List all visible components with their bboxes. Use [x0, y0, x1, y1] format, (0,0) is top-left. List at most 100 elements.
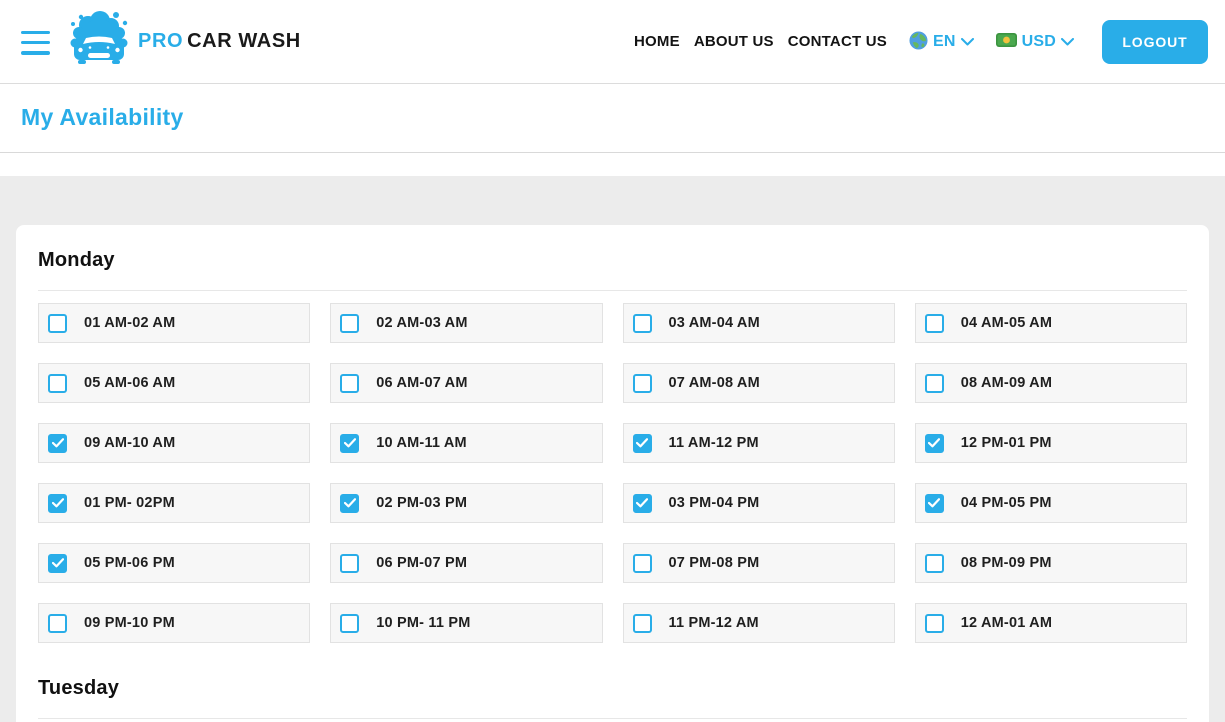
- timeslot[interactable]: 09 AM-10 AM: [38, 423, 311, 463]
- car-wash-logo-icon: [66, 10, 132, 73]
- checkbox-icon[interactable]: [340, 613, 360, 633]
- day-section-tuesday: Tuesday: [38, 643, 1187, 719]
- timeslot[interactable]: 07 PM-08 PM: [622, 543, 895, 583]
- timeslot[interactable]: 10 AM-11 AM: [330, 423, 603, 463]
- timeslot[interactable]: 02 AM-03 AM: [330, 303, 603, 343]
- timeslot[interactable]: 01 PM- 02PM: [38, 483, 311, 523]
- checkbox-checked-icon[interactable]: [924, 493, 944, 513]
- day-divider: [38, 290, 1187, 291]
- timeslot-label: 12 PM-01 PM: [960, 435, 1052, 451]
- checkbox-checked-icon[interactable]: [924, 433, 944, 453]
- timeslot[interactable]: 05 AM-06 AM: [38, 363, 311, 403]
- day-title: Tuesday: [38, 677, 120, 699]
- logo[interactable]: PRO CAR WASH: [66, 10, 301, 73]
- checkbox-icon[interactable]: [48, 613, 67, 633]
- timeslot-label: 09 PM-10 PM: [84, 615, 175, 631]
- checkbox-icon[interactable]: [340, 373, 360, 393]
- timeslot[interactable]: 08 PM-09 PM: [914, 543, 1187, 583]
- checkbox-icon[interactable]: [632, 313, 652, 333]
- checkbox-icon[interactable]: [632, 613, 652, 633]
- checkbox-icon[interactable]: [924, 613, 944, 633]
- top-nav-bar: PROCAR WASH HOME ABOUT US CONTACT US EN: [0, 0, 1225, 84]
- availability-card: Monday 01 AM-02 AM 02 AM-03 AM 03 AM-04 AM 0…: [16, 225, 1209, 722]
- banknote-icon: [995, 33, 1017, 50]
- timeslot-label: 06 AM-07 AM: [376, 375, 468, 391]
- checkbox-icon[interactable]: [340, 553, 360, 573]
- timeslot-label: 10 PM- 11 PM: [376, 615, 471, 631]
- timeslot[interactable]: 05 PM-06 PM: [38, 543, 311, 583]
- logout-button[interactable]: LOGOUT: [1102, 19, 1208, 64]
- timeslot[interactable]: 04 PM-05 PM: [914, 483, 1187, 523]
- timeslot-label: 07 AM-08 AM: [668, 375, 760, 391]
- checkbox-icon[interactable]: [632, 373, 652, 393]
- checkbox-icon[interactable]: [48, 313, 67, 333]
- nav-item-about-us[interactable]: ABOUT US: [694, 29, 774, 54]
- timeslot[interactable]: 01 AM-02 AM: [38, 303, 311, 343]
- timeslot[interactable]: 11 PM-12 AM: [622, 603, 895, 643]
- timeslot-label: 11 AM-12 PM: [668, 435, 759, 451]
- logo-text-pro: PRO: [138, 30, 184, 52]
- timeslot[interactable]: 10 PM- 11 PM: [330, 603, 603, 643]
- timeslot[interactable]: 04 AM-05 AM: [914, 303, 1187, 343]
- day-divider: [38, 718, 1187, 719]
- timeslot-label: 01 AM-02 AM: [84, 315, 176, 331]
- currency-code: USD: [1021, 32, 1056, 50]
- timeslot-label: 01 PM- 02PM: [84, 495, 175, 511]
- timeslot-label: 04 AM-05 AM: [960, 315, 1053, 331]
- checkbox-icon[interactable]: [924, 553, 944, 573]
- timeslot[interactable]: 08 AM-09 AM: [914, 363, 1187, 403]
- checkbox-checked-icon[interactable]: [632, 493, 652, 513]
- checkbox-icon[interactable]: [924, 313, 944, 333]
- globe-icon: [909, 30, 928, 53]
- day-section-monday: Monday 01 AM-02 AM 02 AM-03 AM 03 AM-04 AM 0…: [38, 225, 1187, 643]
- checkbox-icon[interactable]: [632, 553, 652, 573]
- timeslot[interactable]: 06 AM-07 AM: [330, 363, 603, 403]
- timeslot-label: 09 AM-10 AM: [84, 435, 176, 451]
- checkbox-icon[interactable]: [340, 313, 360, 333]
- chevron-down-icon: [1061, 34, 1074, 49]
- timeslot-label: 02 PM-03 PM: [376, 495, 468, 511]
- language-selector[interactable]: EN: [909, 30, 974, 53]
- timeslot[interactable]: 11 AM-12 PM: [622, 423, 895, 463]
- logo-text-rest: CAR WASH: [187, 30, 301, 52]
- timeslot[interactable]: 12 AM-01 AM: [914, 603, 1187, 643]
- chevron-down-icon: [960, 34, 974, 49]
- timeslot-label: 11 PM-12 AM: [668, 615, 759, 631]
- currency-selector[interactable]: USD: [995, 32, 1074, 51]
- checkbox-icon[interactable]: [924, 373, 944, 393]
- timeslot-label: 07 PM-08 PM: [668, 555, 760, 571]
- checkbox-checked-icon[interactable]: [340, 493, 360, 513]
- timeslot-label: 10 AM-11 AM: [376, 435, 467, 451]
- main-nav: HOME ABOUT US CONTACT US EN USD LOGOUT: [634, 19, 1208, 64]
- timeslot[interactable]: 09 PM-10 PM: [38, 603, 311, 643]
- hamburger-icon[interactable]: [21, 30, 50, 55]
- timeslot[interactable]: 06 PM-07 PM: [330, 543, 603, 583]
- timeslot[interactable]: 02 PM-03 PM: [330, 483, 603, 523]
- timeslot-label: 03 PM-04 PM: [668, 495, 760, 511]
- timeslot-label: 03 AM-04 AM: [668, 315, 760, 331]
- nav-item-home[interactable]: HOME: [634, 29, 680, 54]
- timeslot-label: 05 AM-06 AM: [84, 375, 176, 391]
- day-title: Monday: [38, 249, 115, 271]
- checkbox-checked-icon[interactable]: [48, 433, 67, 453]
- timeslot-label: 06 PM-07 PM: [376, 555, 468, 571]
- language-code: EN: [932, 32, 956, 50]
- checkbox-checked-icon[interactable]: [340, 433, 360, 453]
- checkbox-checked-icon[interactable]: [632, 433, 652, 453]
- timeslot[interactable]: 12 PM-01 PM: [914, 423, 1187, 463]
- timeslot-label: 04 PM-05 PM: [960, 495, 1052, 511]
- main-content: Monday 01 AM-02 AM 02 AM-03 AM 03 AM-04 AM 0…: [0, 176, 1225, 722]
- timeslot[interactable]: 07 AM-08 AM: [622, 363, 895, 403]
- checkbox-checked-icon[interactable]: [48, 493, 67, 513]
- timeslot-label: 05 PM-06 PM: [84, 555, 175, 571]
- logo-text: PRO CAR WASH: [138, 30, 301, 53]
- timeslot-grid: 01 AM-02 AM 02 AM-03 AM 03 AM-04 AM 04 AM-0…: [38, 303, 1187, 643]
- checkbox-checked-icon[interactable]: [48, 553, 67, 573]
- timeslot-label: 08 PM-09 PM: [960, 555, 1052, 571]
- timeslot-label: 12 AM-01 AM: [960, 615, 1053, 631]
- title-section: My Availability: [0, 84, 1225, 176]
- timeslot[interactable]: 03 PM-04 PM: [622, 483, 895, 523]
- nav-item-contact-us[interactable]: CONTACT US: [788, 29, 887, 54]
- timeslot[interactable]: 03 AM-04 AM: [622, 303, 895, 343]
- checkbox-icon[interactable]: [48, 373, 67, 393]
